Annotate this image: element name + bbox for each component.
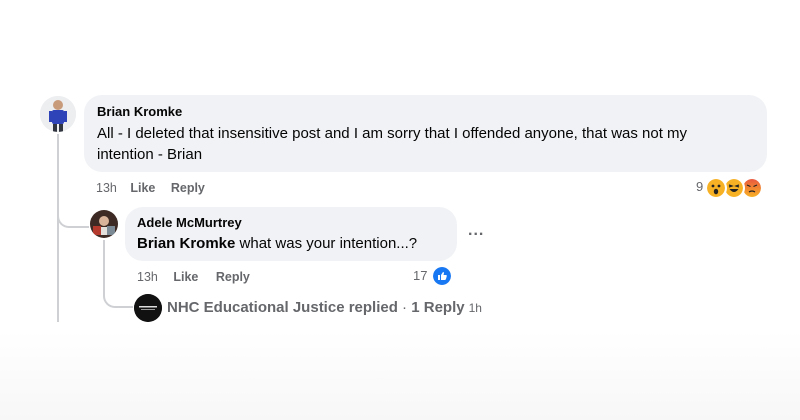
comment-reply-button[interactable]: Reply <box>171 181 205 195</box>
comment-text: All - I deleted that insensitive post an… <box>97 125 688 163</box>
photo-avatar-icon <box>90 210 118 238</box>
thread-branch <box>57 208 89 228</box>
reply-time[interactable]: 13h <box>137 270 158 284</box>
reply-meta: 13h Like Reply <box>137 270 250 284</box>
reply-text: Brian Kromke what was your intention...? <box>137 233 457 254</box>
wow-icon <box>705 177 727 199</box>
comment-meta: 13h Like Reply <box>96 181 205 195</box>
like-icon <box>431 265 453 287</box>
view-replies-link[interactable]: NHC Educational Justice replied · 1 Repl… <box>167 299 482 316</box>
comment-author[interactable]: Brian Kromke <box>97 104 182 119</box>
reply-like-button[interactable]: Like <box>173 270 198 284</box>
replies-time: 1h <box>468 301 482 315</box>
reply-thread-branch <box>103 288 133 308</box>
logo-avatar-icon <box>134 294 162 322</box>
comment-time[interactable]: 13h <box>96 181 117 195</box>
reply-author[interactable]: Adele McMurtrey <box>137 215 242 230</box>
avatar-nhc-educational-justice[interactable] <box>134 294 162 322</box>
reply-reply-button[interactable]: Reply <box>216 270 250 284</box>
reply-reaction-count[interactable]: 17 <box>413 268 427 283</box>
reply-thread-line <box>103 240 105 292</box>
person-avatar-icon <box>40 96 76 132</box>
reply-bubble: Adele McMurtrey Brian Kromke what was yo… <box>125 207 457 261</box>
replies-count[interactable]: 1 Reply <box>411 299 464 316</box>
reply-more-button[interactable]: ... <box>468 222 484 240</box>
avatar-brian-kromke[interactable] <box>40 96 76 132</box>
reply-mention-link[interactable]: Brian Kromke <box>137 235 235 252</box>
comment-like-button[interactable]: Like <box>130 181 155 195</box>
thread-line <box>57 134 59 322</box>
comment-bubble: Brian Kromke All - I deleted that insens… <box>84 95 767 172</box>
comment-thread: Brian Kromke All - I deleted that insens… <box>0 0 800 420</box>
avatar-adele-mcmurtrey[interactable] <box>90 210 118 238</box>
replies-separator: · <box>397 299 412 316</box>
comment-reaction-count[interactable]: 9 <box>696 179 703 194</box>
reply-body: what was your intention...? <box>235 235 418 252</box>
replier-name[interactable]: NHC Educational Justice replied <box>167 299 398 316</box>
